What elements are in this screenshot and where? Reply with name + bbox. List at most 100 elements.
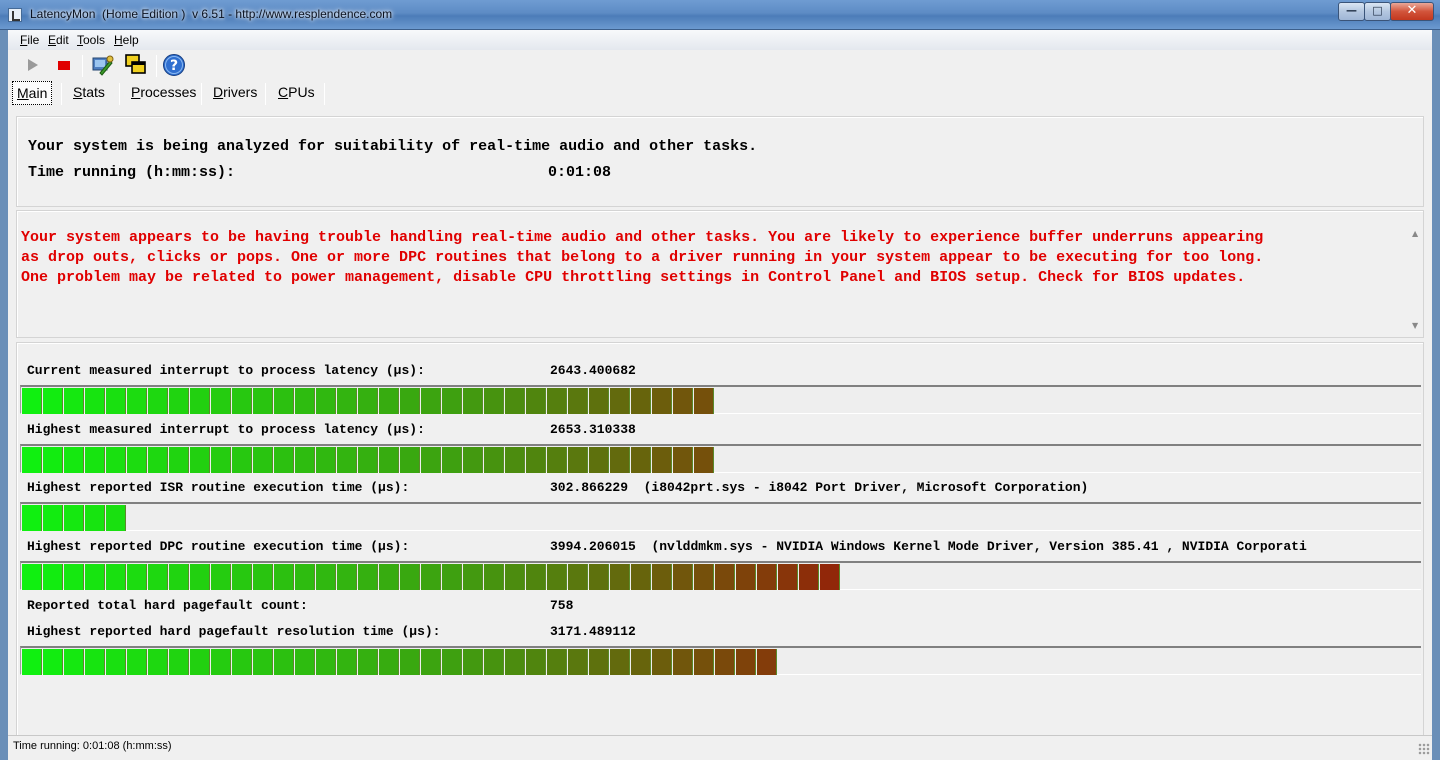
verdict-scrollbar[interactable]: ▲ ▼ (1409, 211, 1423, 337)
bar-segment (694, 649, 714, 675)
bar-segment (526, 649, 546, 675)
bar-segment (169, 447, 189, 473)
bar-segment (358, 649, 378, 675)
bar-segment (169, 649, 189, 675)
bar-segment (673, 564, 693, 590)
bar-segment (421, 388, 441, 414)
bar-segment (463, 649, 483, 675)
scroll-down-icon[interactable]: ▼ (1412, 321, 1418, 330)
bar-segment (148, 649, 168, 675)
bar-segment (337, 649, 357, 675)
bar-segment (64, 505, 84, 531)
bar-segment (211, 564, 231, 590)
tab-cpus[interactable]: CPUs (274, 81, 319, 105)
bar-segment (379, 564, 399, 590)
bar-segment (148, 388, 168, 414)
window-controls: — □ ✕ (1338, 2, 1434, 21)
bar-segment (757, 564, 777, 590)
tab-stats-accel: S (73, 84, 83, 100)
bar-segment (589, 564, 609, 590)
bar-segment (673, 388, 693, 414)
bar-segment (127, 649, 147, 675)
scroll-up-icon[interactable]: ▲ (1412, 229, 1418, 238)
bar-segment (295, 649, 315, 675)
bar-segment (568, 649, 588, 675)
bar-segment (316, 649, 336, 675)
bar-segment (589, 388, 609, 414)
isr-driver-detail: (i8042prt.sys - i8042 Port Driver, Micro… (643, 480, 1089, 495)
stat-label-current-latency: Current measured interrupt to process la… (27, 363, 425, 378)
bar-segment (22, 649, 42, 675)
stat-label-pagefault-time: Highest reported hard pagefault resoluti… (27, 624, 441, 639)
bar-segment (484, 649, 504, 675)
play-icon[interactable] (20, 53, 44, 77)
tab-drivers[interactable]: Drivers (209, 81, 261, 105)
bar-segment (106, 505, 126, 531)
menu-tools[interactable]: Tools (77, 33, 105, 47)
menu-help-label: elp (122, 33, 139, 47)
bar-segment (43, 447, 63, 473)
menu-file[interactable]: File (20, 33, 39, 47)
tab-strip: Main Stats Processes Drivers CPUs (8, 81, 1432, 105)
bar-segment (526, 388, 546, 414)
bar-segment (400, 447, 420, 473)
bar-segment (337, 564, 357, 590)
bar-segment (274, 564, 294, 590)
help-icon[interactable]: ? (162, 53, 186, 77)
bar-segment (778, 564, 798, 590)
bar-segment (463, 388, 483, 414)
bar-segment (610, 388, 630, 414)
bar-segment (673, 447, 693, 473)
stat-label-isr-time: Highest reported ISR routine execution t… (27, 480, 410, 495)
bar-segment (127, 388, 147, 414)
app-icon[interactable] (8, 8, 22, 22)
menu-edit[interactable]: Edit (48, 33, 69, 47)
bar-segment (442, 564, 462, 590)
minimize-button[interactable]: — (1338, 2, 1365, 21)
windows-icon[interactable] (124, 53, 148, 77)
bar-segment (610, 649, 630, 675)
menu-bar: File Edit Tools Help (8, 30, 1432, 50)
bar-segment (169, 388, 189, 414)
tab-stats-label: tats (82, 84, 105, 100)
bar-segment (547, 649, 567, 675)
close-icon: ✕ (1406, 3, 1418, 18)
bar-segment (316, 388, 336, 414)
bar-segment (148, 447, 168, 473)
bar-segment (64, 447, 84, 473)
bar-segment (631, 564, 651, 590)
status-text: Time running: 0:01:08 (h:mm:ss) (13, 740, 172, 752)
maximize-button[interactable]: □ (1364, 2, 1391, 21)
bar-segment (106, 649, 126, 675)
latency-stats-panel: Current measured interrupt to process la… (16, 342, 1424, 736)
bar-segment (232, 649, 252, 675)
menu-edit-label: dit (56, 33, 69, 47)
bar-segment (736, 564, 756, 590)
tab-processes[interactable]: Processes (127, 81, 200, 105)
tools-icon[interactable] (90, 53, 114, 77)
bar-segment (400, 649, 420, 675)
bar-segment (64, 564, 84, 590)
bar-segment (64, 649, 84, 675)
bar-segment (253, 564, 273, 590)
bar-segment (379, 447, 399, 473)
tab-stats[interactable]: Stats (69, 81, 109, 105)
bar-segment (85, 649, 105, 675)
close-button[interactable]: ✕ (1390, 2, 1434, 21)
tab-separator (265, 83, 266, 105)
tab-processes-label: rocesses (140, 84, 197, 100)
bar-segment (547, 447, 567, 473)
bar-segment (295, 388, 315, 414)
tab-main[interactable]: Main (12, 81, 53, 105)
menu-help[interactable]: Help (114, 33, 139, 47)
bar-segment (316, 447, 336, 473)
stop-icon[interactable] (52, 53, 76, 77)
resize-grip-icon[interactable] (1418, 743, 1430, 755)
bar-segment (22, 564, 42, 590)
bar-segment (295, 447, 315, 473)
bar-segment (358, 447, 378, 473)
bar-segment (526, 447, 546, 473)
tab-drivers-accel: D (213, 84, 224, 100)
bar-segment (442, 447, 462, 473)
bar-pagefault-time (20, 646, 1421, 675)
